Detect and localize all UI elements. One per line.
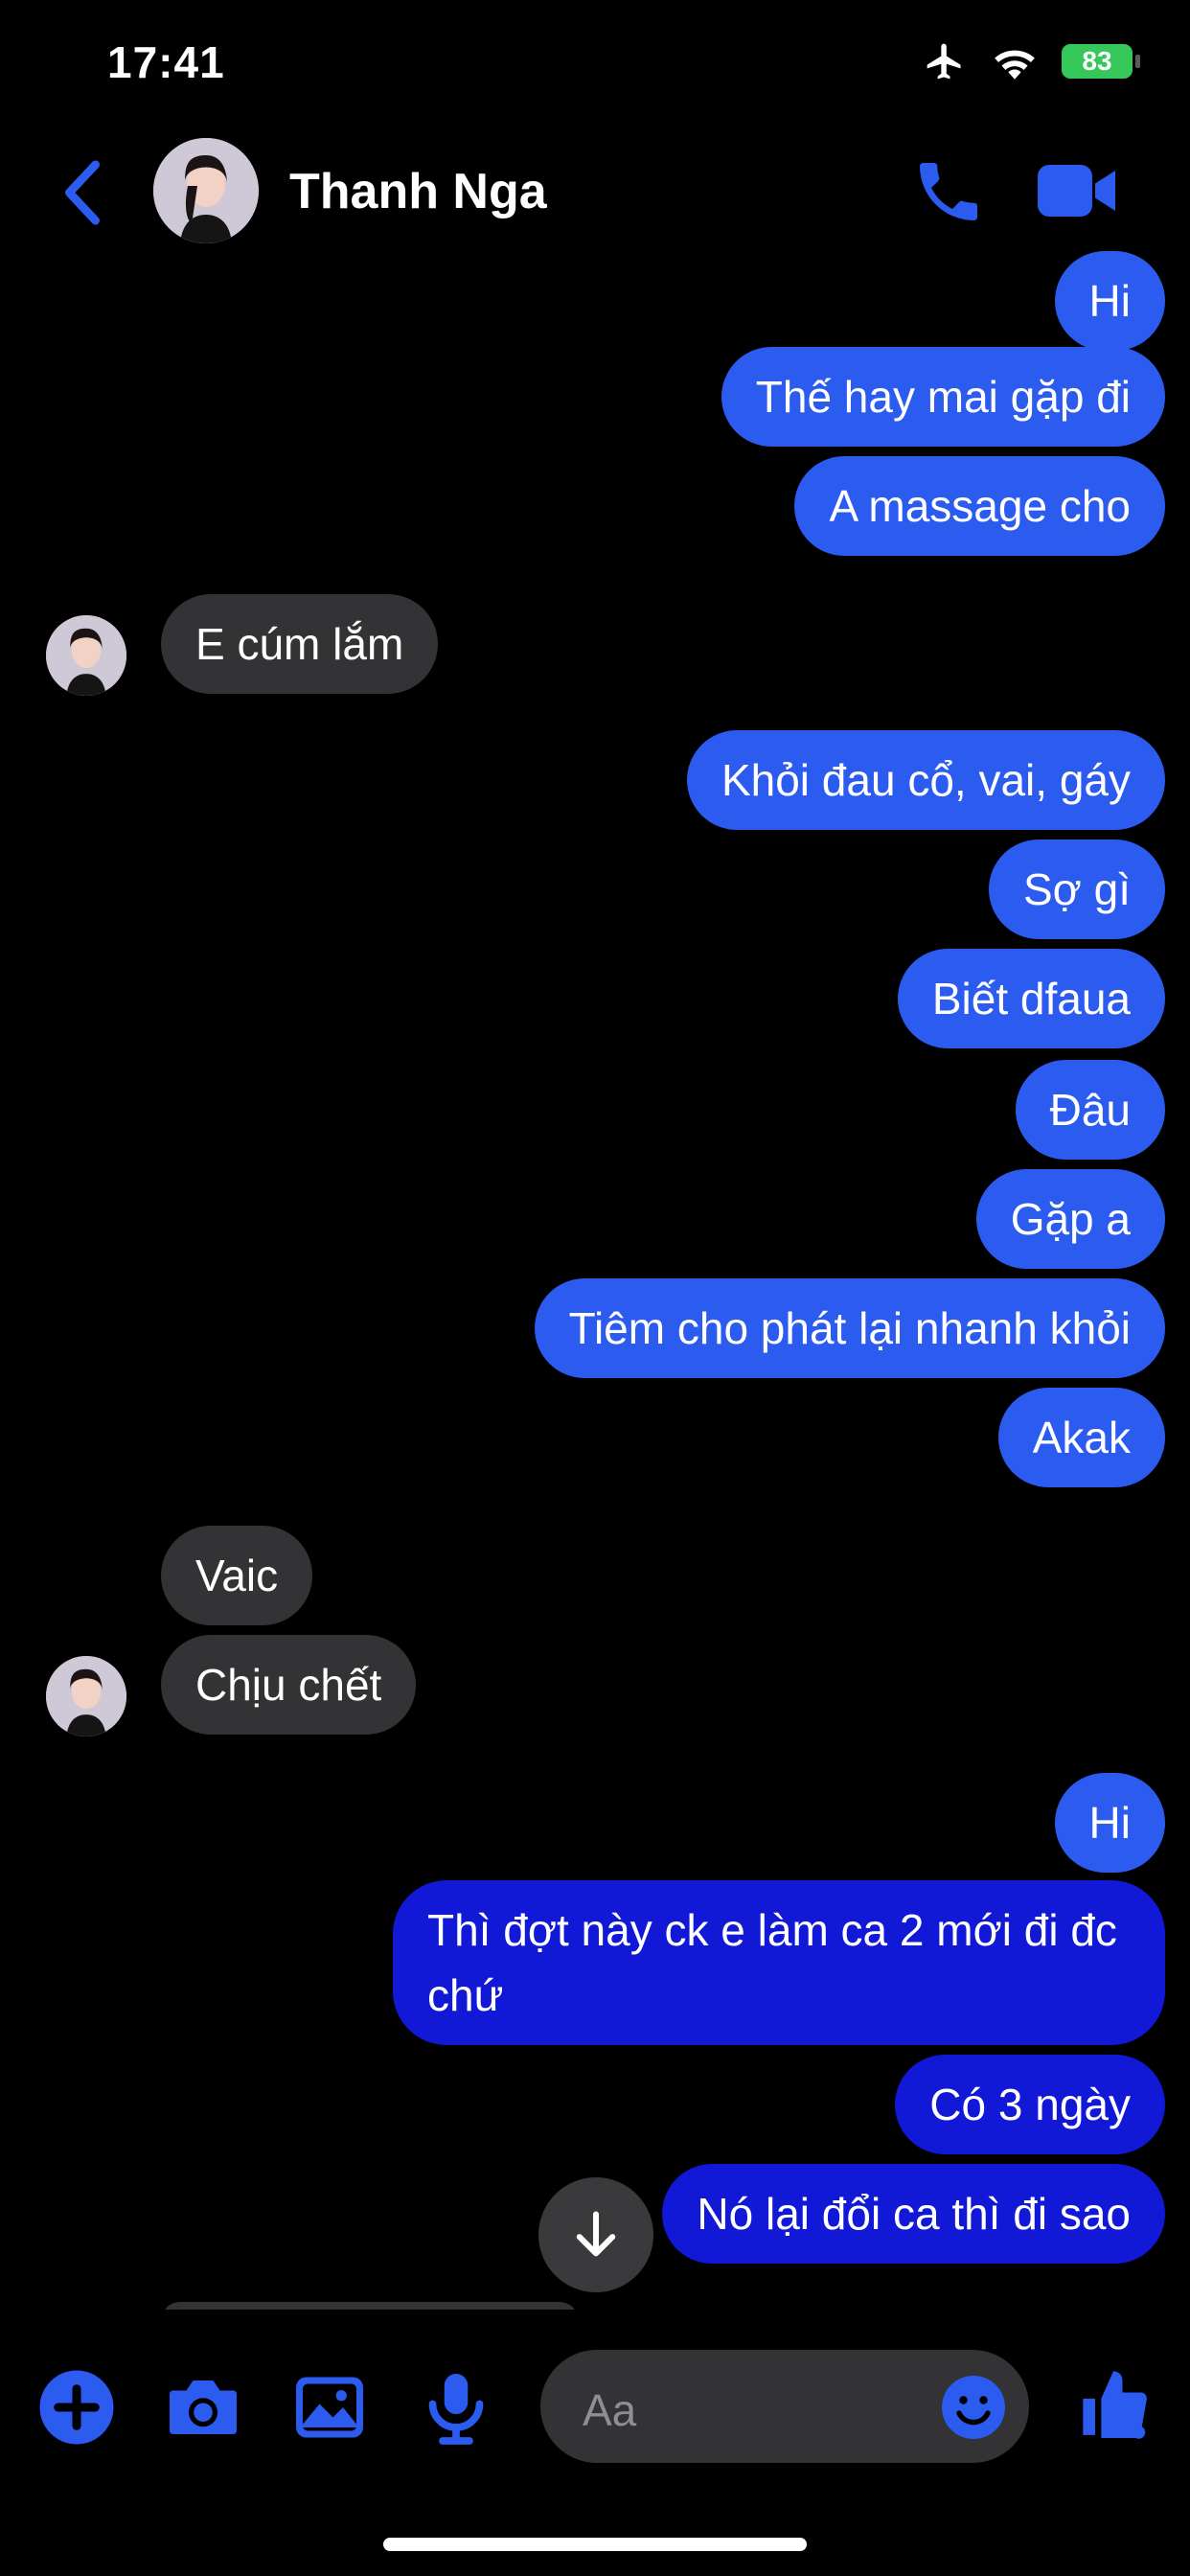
message-bubble-outgoing[interactable]: A massage cho [794, 456, 1165, 556]
wifi-icon [995, 50, 1035, 80]
message-bubble-outgoing[interactable]: Akak [997, 1388, 1165, 1487]
thumbs-up-icon[interactable] [1077, 2361, 1150, 2442]
composer-bar: Aa [0, 2310, 1190, 2501]
message-bubble-outgoing[interactable]: Gặp a [975, 1169, 1165, 1269]
message-bubble-outgoing[interactable]: Sợ gì [989, 840, 1165, 939]
status-time: 17:41 [107, 37, 225, 87]
message-bubble-outgoing[interactable]: Tiêm cho phát lại nhanh khỏi [534, 1278, 1165, 1378]
message-bubble-incoming[interactable]: E cúm lắm [161, 594, 439, 694]
avatar-photo [153, 138, 259, 243]
image-icon[interactable] [289, 2367, 370, 2448]
message-bubble-outgoing[interactable]: Hi [1054, 1773, 1165, 1873]
message-bubble-outgoing[interactable]: Hi [1054, 251, 1165, 351]
arrow-down-icon [576, 2211, 616, 2257]
status-bar: 17:41 83 [0, 0, 1190, 125]
message-bubble-incoming[interactable]: Chịu chết [161, 1635, 417, 1735]
message-bubble-outgoing[interactable]: Thì đợt này ck e làm ca 2 mới đi đc chứ [393, 1880, 1165, 2045]
airplane-icon [927, 43, 961, 80]
battery-level: 83 [1082, 46, 1112, 76]
message-bubble-outgoing[interactable]: Nó lại đổi ca thì đi sao [662, 2164, 1165, 2264]
phone-icon[interactable] [910, 153, 987, 230]
message-input[interactable]: Aa [540, 2350, 1029, 2463]
contact-avatar[interactable] [153, 138, 259, 243]
avatar-photo [46, 615, 126, 696]
message-bubble-outgoing[interactable]: Đâu [1015, 1060, 1165, 1160]
message-bubble-outgoing[interactable]: Biết dfaua [897, 949, 1165, 1048]
camera-icon[interactable] [163, 2367, 243, 2448]
message-bubble-outgoing[interactable]: Thế hay mai gặp đi [721, 347, 1165, 447]
home-indicator[interactable] [383, 2538, 807, 2551]
battery-icon: 83 [1062, 44, 1140, 79]
avatar-photo [46, 1656, 126, 1736]
message-bubble-outgoing[interactable]: Có 3 ngày [895, 2055, 1165, 2154]
microphone-icon[interactable] [416, 2367, 496, 2448]
contact-name[interactable]: Thanh Nga [289, 163, 547, 220]
contact-avatar-small[interactable] [46, 1656, 126, 1736]
back-arrow-icon[interactable] [61, 159, 103, 226]
video-camera-icon[interactable] [1035, 159, 1121, 222]
chat-header: Thanh Nga [0, 125, 1190, 259]
status-icons: 83 [922, 40, 1140, 82]
message-bubble-incoming[interactable]: Vaic [161, 1526, 313, 1625]
emoji-icon[interactable] [939, 2373, 1008, 2442]
message-bubble-outgoing[interactable]: Khỏi đau cổ, vai, gáy [686, 730, 1165, 830]
plus-icon[interactable] [36, 2367, 117, 2448]
contact-avatar-small[interactable] [46, 615, 126, 696]
scroll-to-bottom-button[interactable] [538, 2177, 653, 2292]
message-input-placeholder: Aa [583, 2385, 637, 2435]
